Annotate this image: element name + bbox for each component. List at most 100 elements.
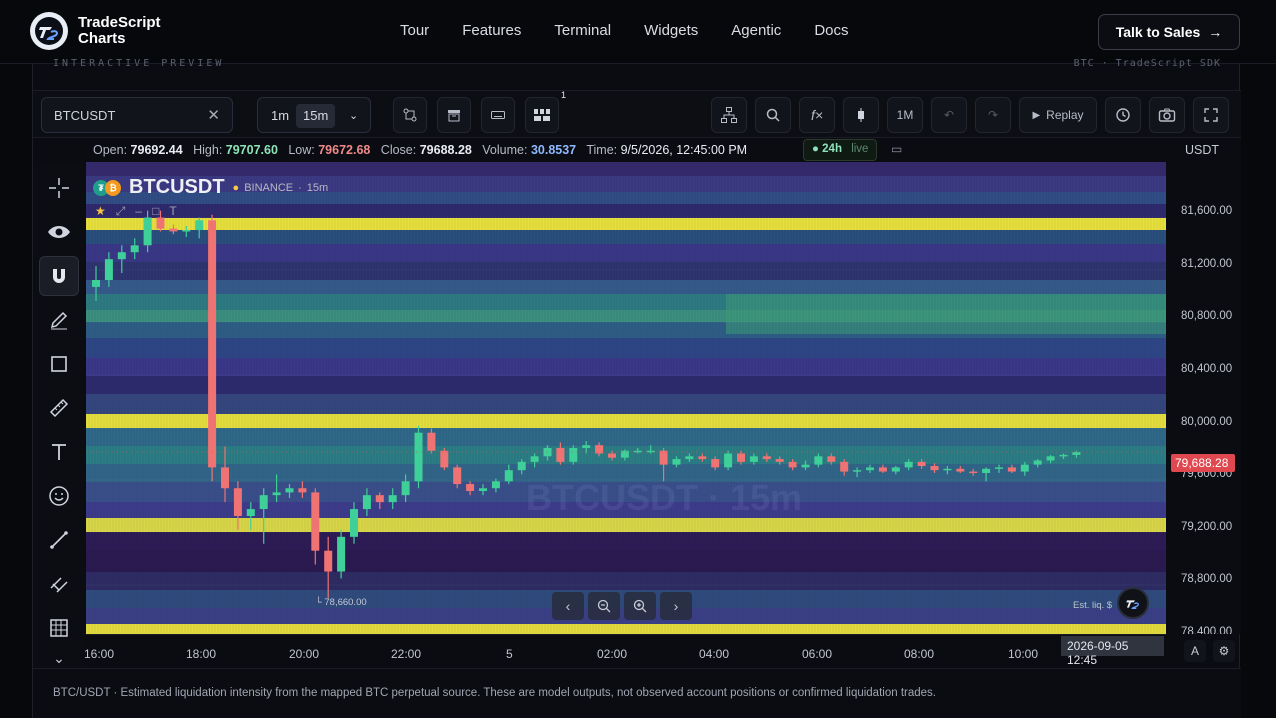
scroll-right-button[interactable]: ›	[660, 592, 692, 620]
more-tools-chevron[interactable]: ⌄	[39, 646, 79, 670]
brand-logo[interactable]: TradeScript Charts	[30, 12, 161, 50]
candle-body	[801, 464, 810, 468]
pencil-tool[interactable]	[39, 300, 79, 340]
crosshair-tool[interactable]	[39, 168, 79, 208]
zoom-out-icon	[597, 599, 611, 613]
candle-body	[324, 550, 333, 572]
timeframe-15m[interactable]: 15m	[296, 104, 336, 128]
text-tool[interactable]	[39, 432, 79, 472]
candle-body	[208, 220, 217, 468]
nav-link-docs[interactable]: Docs	[814, 22, 848, 39]
nav-link-widgets[interactable]: Widgets	[644, 22, 698, 39]
auto-scale-button[interactable]: A	[1184, 640, 1206, 662]
chart-watermark: BTCUSDT · 15m	[526, 477, 803, 518]
undo-button[interactable]: ↶	[931, 97, 967, 133]
binance-icon: ●	[232, 181, 240, 194]
talk-to-sales-button[interactable]: Talk to Sales →	[1098, 14, 1240, 50]
clear-symbol-icon[interactable]: ✕	[207, 106, 220, 124]
camera-icon	[1158, 108, 1176, 122]
nav-link-tour[interactable]: Tour	[400, 22, 429, 39]
chart-canvas[interactable]: BTCUSDT · 15m	[86, 162, 1166, 634]
symbol-search-input[interactable]: BTCUSDT ✕	[41, 97, 233, 133]
screenshot-button[interactable]	[1149, 97, 1185, 133]
keyboard-button[interactable]	[481, 97, 515, 133]
ruler-tool[interactable]	[39, 388, 79, 428]
compare-button[interactable]	[393, 97, 427, 133]
candle-body	[130, 245, 139, 253]
chevron-right-icon: ›	[673, 598, 679, 614]
candle-body	[672, 459, 681, 465]
high-value: 79707.60	[225, 143, 278, 157]
live-range-toggle[interactable]: ● 24h live	[803, 139, 878, 161]
keyboard-mini-icon[interactable]: ▭	[891, 142, 902, 156]
price-axis[interactable]: 81,600.00 81,200.00 80,800.00 80,400.00 …	[1166, 162, 1241, 634]
candle-body	[246, 509, 255, 516]
scroll-left-button[interactable]: ‹	[552, 592, 584, 620]
range-button[interactable]: 1M	[887, 97, 923, 133]
candle-body	[724, 453, 733, 468]
minus-icon[interactable]: –	[135, 204, 142, 219]
candle-body	[466, 484, 475, 492]
candle-body	[659, 450, 668, 465]
zoom-out-button[interactable]	[588, 592, 620, 620]
indicators-tree-button[interactable]	[711, 97, 747, 133]
candle-type-button[interactable]	[843, 97, 879, 133]
timeframe-selector: 1m 15m ⌄	[257, 97, 371, 133]
brand-line1: TradeScript	[78, 14, 161, 31]
preview-label: INTERACTIVE PREVIEW	[53, 58, 225, 69]
function-button[interactable]: f×	[799, 97, 835, 133]
square-icon[interactable]: □	[152, 204, 159, 219]
star-icon[interactable]: ★	[95, 204, 106, 219]
fullscreen-icon	[1204, 108, 1218, 122]
arrow-right-icon: →	[1208, 24, 1223, 40]
chevron-down-icon[interactable]: ⌄	[342, 105, 365, 129]
replay-button[interactable]: ▶ Replay	[1019, 97, 1097, 133]
nav-link-agentic[interactable]: Agentic	[731, 22, 781, 39]
candle-body	[995, 467, 1003, 469]
gear-icon: ⚙	[1218, 644, 1230, 658]
redo-button[interactable]: ↷	[975, 97, 1011, 133]
crosshair-icon	[49, 178, 69, 198]
chevron-down-icon: ⌄	[53, 649, 65, 666]
price-axis-label: 80,400.00	[1181, 363, 1233, 375]
text-mini-icon[interactable]: T	[169, 204, 176, 219]
archive-button[interactable]	[437, 97, 471, 133]
close-label: Close:	[380, 143, 417, 157]
timeframe-1m[interactable]: 1m	[264, 104, 296, 128]
chart-settings-button[interactable]: ⚙	[1213, 640, 1235, 662]
zoom-controls: ‹ ›	[552, 592, 692, 620]
time-label: Time:	[586, 143, 618, 157]
nav-link-features[interactable]: Features	[462, 22, 521, 39]
emoji-tool[interactable]	[39, 476, 79, 516]
expand-icon[interactable]: ⤢	[116, 204, 126, 219]
clock-button[interactable]	[1105, 97, 1141, 133]
candle-body	[737, 453, 745, 462]
zoom-in-button[interactable]	[624, 592, 656, 620]
candle-body	[169, 228, 178, 232]
fullscreen-button[interactable]	[1193, 97, 1229, 133]
layout-grid-button[interactable]: 1	[525, 90, 566, 133]
brand-fab-button[interactable]	[1117, 587, 1149, 619]
time-axis-label: 16:00	[84, 647, 115, 661]
candle-body	[298, 488, 307, 493]
time-axis[interactable]: 16:00 18:00 20:00 22:00 5 02:00 04:00 06…	[84, 634, 1166, 668]
grid-tool[interactable]	[39, 608, 79, 648]
auto-scale-icon: A	[1190, 644, 1199, 658]
candle-body	[569, 447, 578, 462]
candle-body	[440, 450, 449, 468]
heatmap-candlestick-chart[interactable]	[86, 162, 1166, 634]
smiley-icon	[49, 486, 69, 506]
chart-preview-frame: INTERACTIVE PREVIEW BTC · TradeScript SD…	[32, 58, 1241, 718]
symbol-value: BTCUSDT	[54, 108, 116, 123]
nav-link-terminal[interactable]: Terminal	[554, 22, 611, 39]
rectangle-tool[interactable]	[39, 344, 79, 384]
last-price-tag: 79,688.28	[1171, 454, 1235, 472]
magnet-tool[interactable]	[39, 256, 79, 296]
visibility-tool[interactable]	[39, 212, 79, 252]
time-axis-label: 02:00	[597, 647, 628, 661]
low-label: Low:	[288, 143, 315, 157]
trend-line-tool[interactable]	[39, 520, 79, 560]
open-label: Open:	[93, 143, 128, 157]
parallel-channel-tool[interactable]	[39, 564, 79, 604]
search-button[interactable]	[755, 97, 791, 133]
